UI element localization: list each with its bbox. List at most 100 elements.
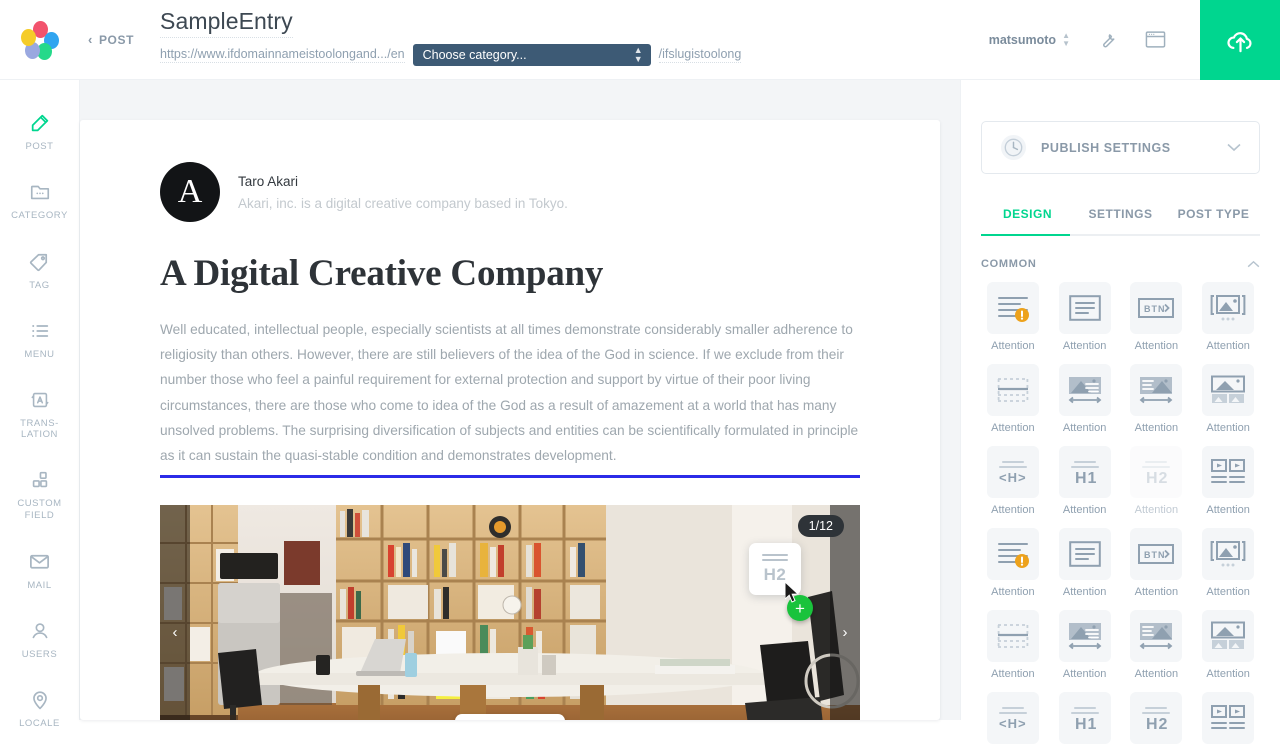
- sidebar-item-post[interactable]: POST: [0, 112, 79, 153]
- panel-tabs: DESIGN SETTINGS POST TYPE: [981, 207, 1260, 236]
- block-palette-tile[interactable]: <H>: [977, 692, 1049, 750]
- map-pin-icon: [32, 691, 47, 710]
- block-palette-tile[interactable]: H1: [1049, 692, 1121, 750]
- block-palette-tile-label: Attention: [1206, 586, 1250, 598]
- sidebar-item-label: CUSTOM FIELD: [17, 498, 62, 522]
- author-name: Taro Akari: [238, 173, 299, 189]
- block-palette-tile[interactable]: BTN Attention: [1121, 282, 1193, 352]
- video-columns-icon: [1202, 446, 1255, 498]
- text-alert-icon: [986, 528, 1039, 580]
- sidebar-item-custom-field[interactable]: CUSTOM FIELD: [0, 469, 79, 522]
- browser-window-icon[interactable]: [1145, 30, 1166, 49]
- block-palette-tile-label: Attention: [1206, 422, 1250, 434]
- block-palette-tile-label: Attention: [1134, 668, 1179, 680]
- block-palette-tile[interactable]: Attention: [1049, 528, 1121, 598]
- block-palette-tile[interactable]: H2 Attention: [1121, 446, 1193, 516]
- block-palette-tile[interactable]: [1192, 692, 1264, 750]
- chevron-updown-icon: ▲ ▼: [1062, 30, 1070, 48]
- block-palette-tile-label: Attention: [1062, 586, 1107, 598]
- post-document: A Taro Akari Akari, inc. is a digital cr…: [80, 120, 940, 720]
- image-carousel-icon: [1202, 282, 1255, 334]
- block-palette-tile[interactable]: Attention: [1049, 610, 1121, 680]
- sidebar-item-translation[interactable]: TRANS- LATION: [0, 389, 79, 442]
- right-panel: PUBLISH SETTINGS DESIGN SETTINGS POST TY…: [960, 80, 1280, 744]
- block-palette-tile[interactable]: Attention: [1192, 364, 1264, 434]
- block-palette-tile-label: Attention: [1062, 668, 1107, 680]
- block-palette-tile[interactable]: BTN Attention: [1121, 528, 1193, 598]
- svg-text:BTN: BTN: [1144, 550, 1166, 560]
- block-palette-tile[interactable]: Attention: [1192, 528, 1264, 598]
- back-to-post-label: POST: [98, 32, 135, 47]
- tab-design[interactable]: DESIGN: [981, 207, 1074, 234]
- post-heading[interactable]: A Digital Creative Company: [80, 222, 940, 295]
- sidebar-item-tag[interactable]: TAG: [0, 250, 79, 292]
- post-body-text[interactable]: Well educated, intellectual people, espe…: [80, 295, 940, 468]
- block-palette-tile[interactable]: <H> Attention: [977, 446, 1049, 516]
- flower-logo-icon: [21, 20, 59, 60]
- publish-settings-button[interactable]: PUBLISH SETTINGS: [981, 121, 1260, 174]
- envelope-icon: [30, 554, 49, 569]
- block-palette-tile[interactable]: Attention: [1192, 446, 1264, 516]
- block-palette-tile-label: Attention: [1206, 504, 1250, 516]
- clock-icon: [1000, 134, 1027, 161]
- block-palette-tile-label: Attention: [1206, 668, 1250, 680]
- block-palette-tile-label: Attention: [1134, 340, 1179, 352]
- back-to-post-button[interactable]: ‹ POST: [88, 32, 134, 47]
- translate-icon: [31, 392, 48, 407]
- heading-h2-icon: H2: [1130, 446, 1183, 498]
- publish-button[interactable]: [1200, 0, 1280, 80]
- carousel-prev-button[interactable]: ‹: [160, 505, 190, 720]
- divider-icon: [986, 610, 1039, 662]
- image-text-right-icon: [1058, 610, 1111, 662]
- block-palette-tile[interactable]: Attention: [1121, 610, 1193, 680]
- sidebar-item-category[interactable]: CATEGORY: [0, 181, 79, 222]
- sidebar-item-users[interactable]: USERS: [0, 620, 79, 661]
- user-switcher[interactable]: matsumoto ▲ ▼: [989, 30, 1070, 48]
- chevron-down-icon: [1227, 143, 1241, 152]
- tag-icon: [29, 253, 48, 271]
- button-icon: BTN: [1130, 282, 1183, 334]
- block-palette-tile-label: Attention: [991, 422, 1035, 434]
- sidebar-item-mail[interactable]: MAIL: [0, 550, 79, 592]
- block-palette-tile[interactable]: Attention: [977, 364, 1049, 434]
- sidebar-item-label: MAIL: [27, 580, 52, 591]
- app-logo[interactable]: [0, 0, 80, 80]
- block-palette-tile[interactable]: Attention: [1121, 364, 1193, 434]
- avatar: A: [160, 162, 220, 222]
- section-header-common[interactable]: COMMON: [981, 258, 1260, 270]
- image-carousel-block[interactable]: ‹ › 1/12: [160, 505, 860, 720]
- block-palette-tile[interactable]: Attention: [1049, 282, 1121, 352]
- block-palette-tile[interactable]: Attention: [1192, 282, 1264, 352]
- svg-text:<H>: <H>: [999, 470, 1027, 485]
- sidebar-item-label: TRANS- LATION: [20, 417, 59, 441]
- video-columns-icon: [1202, 692, 1255, 744]
- header-actions: matsumoto ▲ ▼: [989, 0, 1280, 80]
- carousel-next-button[interactable]: ›: [830, 505, 860, 720]
- author-description: Akari, inc. is a digital creative compan…: [238, 195, 568, 211]
- folder-icon: [30, 185, 49, 200]
- sidebar-item-label: CATEGORY: [11, 209, 68, 221]
- block-palette-tile[interactable]: Attention: [977, 610, 1049, 680]
- block-palette-tile[interactable]: Attention: [977, 282, 1049, 352]
- sidebar-item-locale[interactable]: LOCALE: [0, 689, 79, 730]
- image-gallery-icon: [1202, 610, 1255, 662]
- block-palette-tile[interactable]: H2: [1121, 692, 1193, 750]
- block-palette-tile[interactable]: H1 Attention: [1049, 446, 1121, 516]
- svg-text:H1: H1: [1075, 470, 1097, 486]
- entry-title-input[interactable]: SampleEntry: [160, 9, 293, 38]
- section-label: COMMON: [981, 258, 1037, 270]
- sidebar-item-menu[interactable]: MENU: [0, 320, 79, 361]
- wrench-icon[interactable]: [1098, 30, 1117, 49]
- entry-title-block: SampleEntry https://www.ifdomainnameisto…: [160, 9, 742, 66]
- block-palette-tile[interactable]: Attention: [977, 528, 1049, 598]
- heading-code-icon: <H>: [986, 446, 1039, 498]
- office-photo: [160, 505, 860, 720]
- block-palette-tile[interactable]: Attention: [1049, 364, 1121, 434]
- category-select[interactable]: Choose category... ▲ ▼: [412, 43, 651, 66]
- block-palette-tile-label: Attention: [1206, 340, 1250, 352]
- tab-post-type[interactable]: POST TYPE: [1167, 207, 1260, 234]
- block-palette-tile[interactable]: Attention: [1192, 610, 1264, 680]
- tab-settings[interactable]: SETTINGS: [1074, 207, 1167, 234]
- blocks-icon: [32, 472, 47, 488]
- url-slug-input[interactable]: /ifslugistoolong: [658, 47, 742, 63]
